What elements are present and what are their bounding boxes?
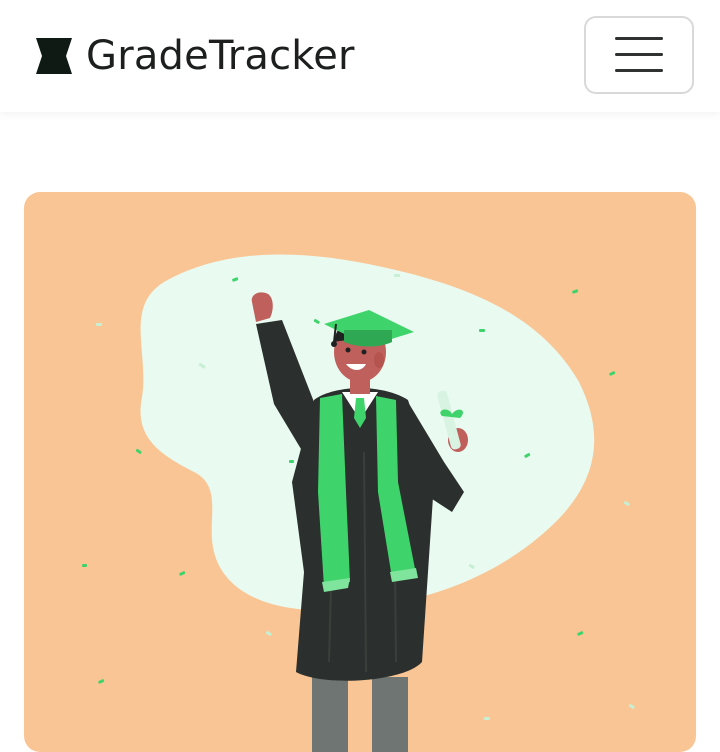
hamburger-menu-icon	[615, 37, 663, 73]
bookmark-logo-icon	[36, 38, 72, 74]
top-navbar: GradeTracker	[0, 0, 720, 112]
navbar-toggle-button[interactable]	[584, 16, 694, 94]
brand-link[interactable]: GradeTracker	[36, 28, 355, 84]
brand-name: GradeTracker	[86, 33, 355, 79]
graduate-celebrating-illustration	[82, 254, 635, 752]
hero-illustration-card	[24, 192, 696, 752]
